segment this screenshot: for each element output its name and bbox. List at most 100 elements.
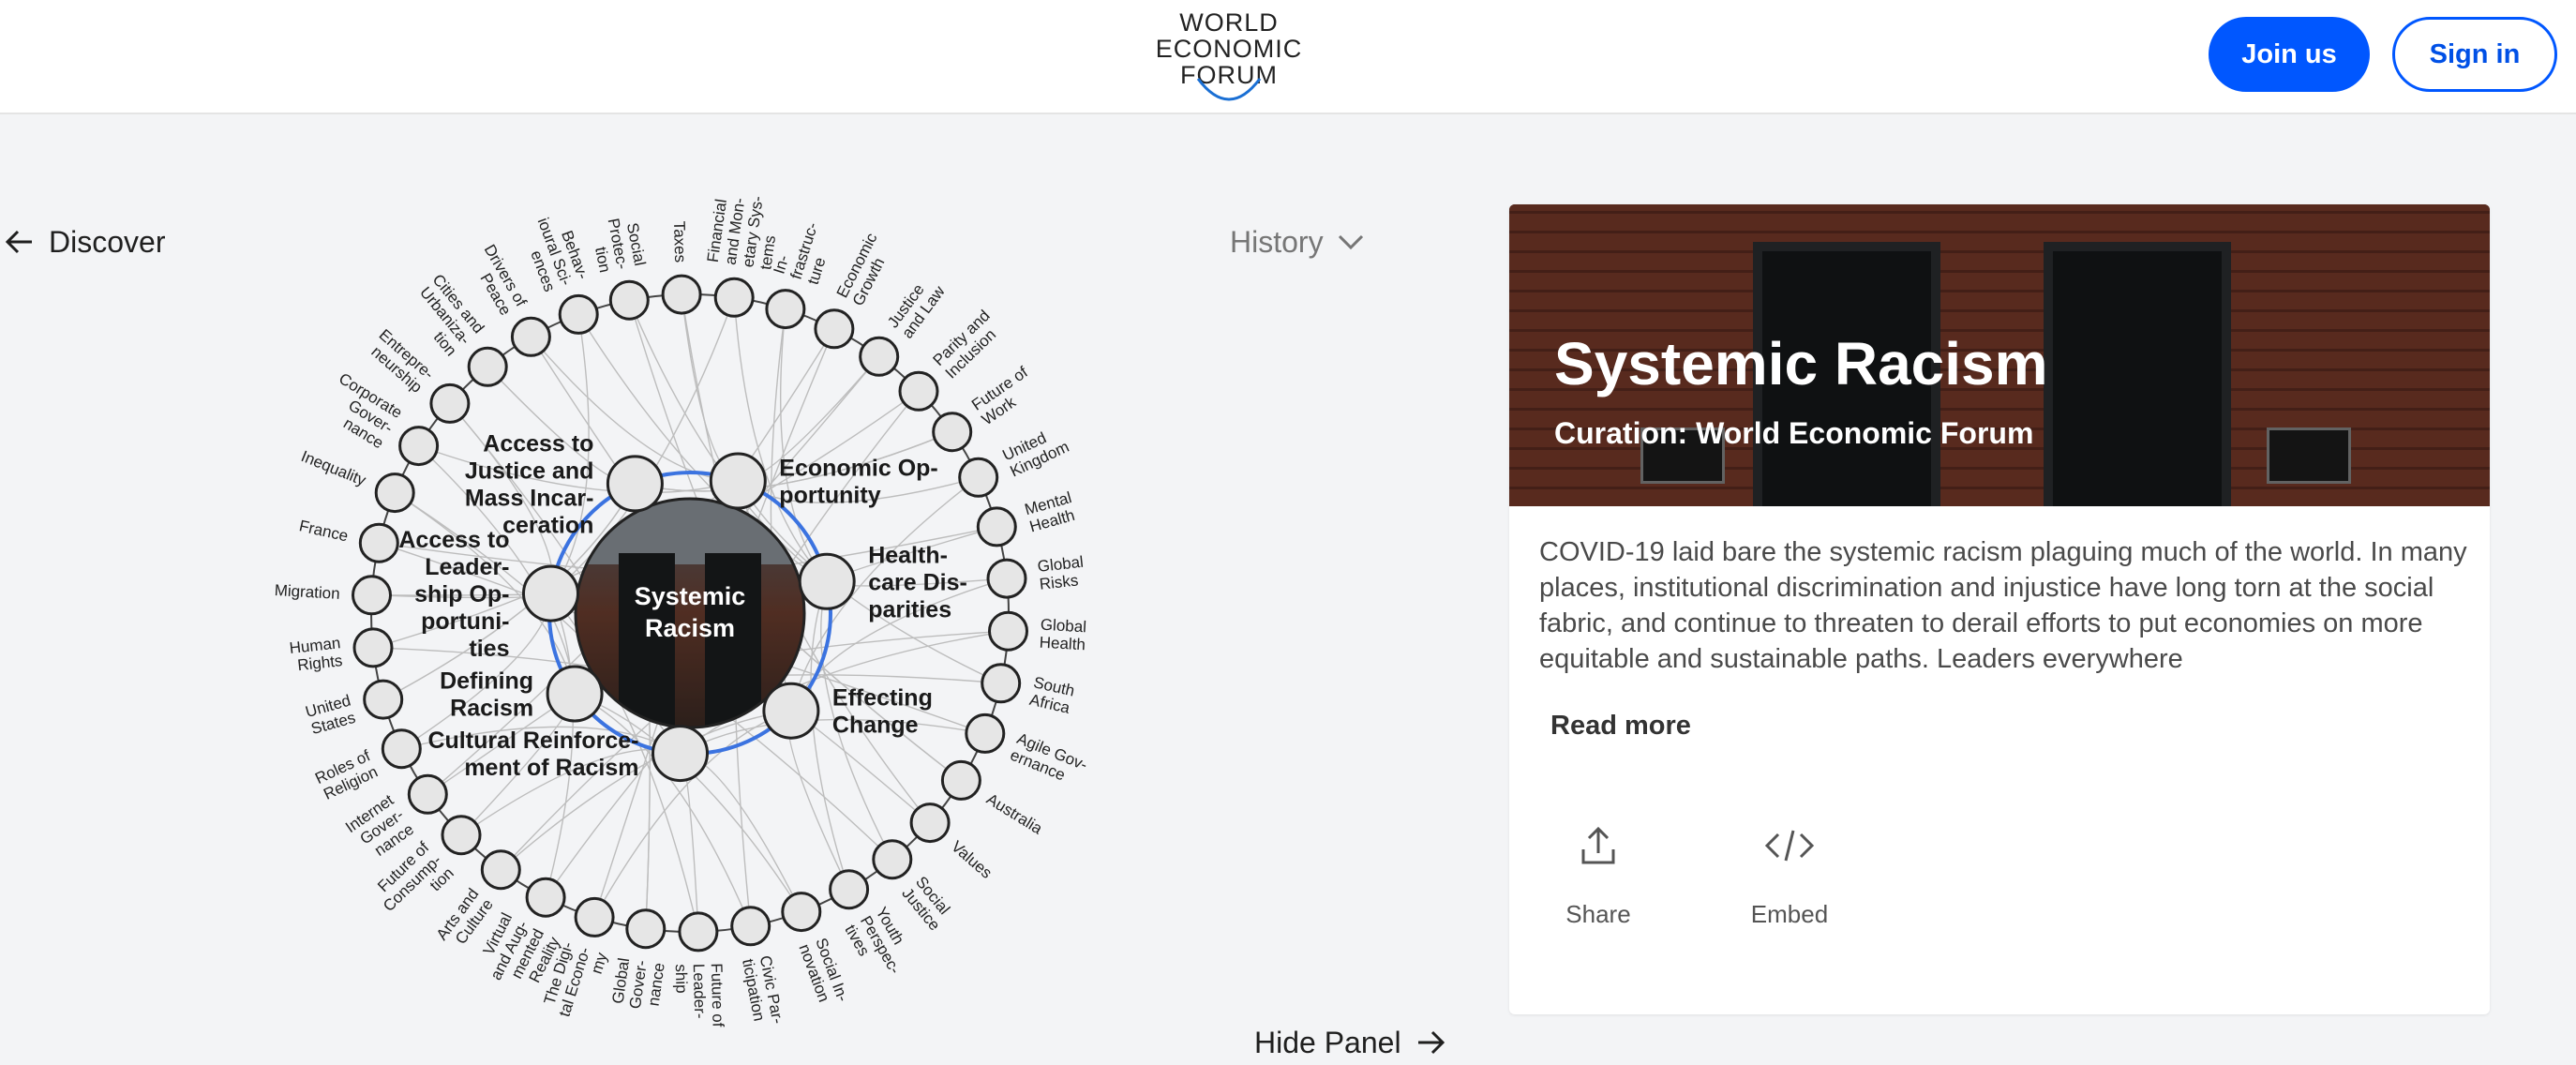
outer-topic-dot[interactable] bbox=[574, 896, 615, 938]
outer-topic-node[interactable]: Values bbox=[909, 802, 996, 882]
outer-topic-node[interactable]: Financialand Mon-etary Sys-tems bbox=[704, 195, 779, 318]
outer-topic-node[interactable]: Roles ofReligion bbox=[312, 728, 422, 803]
outer-topic-node[interactable]: GlobalRisks bbox=[986, 553, 1085, 599]
outer-topic-dot[interactable] bbox=[358, 522, 399, 563]
outer-topic-node[interactable]: Behav-ioural Sci-ences bbox=[527, 216, 599, 335]
inner-topic-node[interactable]: Health-care Dis-parities bbox=[798, 542, 967, 622]
graph-edge bbox=[680, 752, 802, 912]
outer-topic-label: France bbox=[297, 517, 350, 545]
outer-topic-dot[interactable] bbox=[525, 877, 566, 918]
outer-topic-dot[interactable] bbox=[986, 558, 1027, 599]
outer-topic-dot[interactable] bbox=[909, 802, 951, 844]
history-dropdown[interactable]: History bbox=[1230, 219, 1365, 264]
outer-topic-dot[interactable] bbox=[441, 815, 482, 856]
outer-topic-dot[interactable] bbox=[363, 679, 404, 720]
outer-topic-dot[interactable] bbox=[608, 279, 650, 321]
share-button[interactable]: Share bbox=[1547, 823, 1650, 929]
outer-topic-label: Values bbox=[948, 837, 996, 882]
inner-topic-dot[interactable] bbox=[651, 725, 709, 783]
inner-topic-node[interactable]: DefiningRacism bbox=[440, 665, 604, 723]
inner-topic-label: Access to bbox=[483, 430, 593, 457]
inner-topic-dot[interactable] bbox=[762, 682, 820, 740]
sign-in-button[interactable]: Sign in bbox=[2392, 17, 2557, 92]
outer-topic-dot[interactable] bbox=[678, 911, 719, 952]
outer-topic-node[interactable]: Civic Par-ticipation bbox=[730, 906, 787, 1026]
outer-topic-label: Risks bbox=[1039, 571, 1079, 592]
outer-topic-dot[interactable] bbox=[940, 759, 981, 801]
outer-topic-node[interactable]: Social In-novation bbox=[781, 892, 852, 1005]
outer-topic-node[interactable]: HumanRights bbox=[289, 627, 394, 674]
outer-topic-node[interactable]: UnitedKingdom bbox=[958, 428, 1072, 498]
outer-topic-dot[interactable] bbox=[407, 773, 448, 815]
outer-topic-node[interactable]: France bbox=[297, 517, 399, 563]
outer-topic-node[interactable]: Inequality bbox=[299, 447, 415, 514]
outer-topic-dot[interactable] bbox=[859, 336, 900, 377]
outer-topic-node[interactable]: MentalHealth bbox=[976, 488, 1077, 548]
read-more-button[interactable]: Read more bbox=[1550, 711, 1691, 742]
outer-topic-label: Health bbox=[1039, 634, 1086, 654]
topic-graph: Systemic Racism Economic Op-portunity Hea… bbox=[274, 195, 1090, 1028]
outer-topic-label: Rights bbox=[296, 652, 343, 674]
outer-topic-dot[interactable] bbox=[398, 426, 440, 467]
outer-topic-node[interactable]: Migration bbox=[274, 575, 392, 616]
inner-topic-label: Leader- bbox=[425, 554, 509, 580]
arrow-right-icon bbox=[1417, 1030, 1445, 1055]
outer-topic-dot[interactable] bbox=[352, 627, 394, 668]
outer-topic-node[interactable]: SocialProtec-tion bbox=[592, 217, 650, 321]
outer-topic-node[interactable]: Agile Gov-ernance bbox=[965, 712, 1090, 784]
inner-topic-label: Economic Op- bbox=[779, 456, 937, 482]
inner-topic-node[interactable]: Cultural Reinforce-ment of Racism bbox=[427, 725, 709, 783]
outer-topic-node[interactable]: YouthPerspec-tives bbox=[829, 869, 908, 977]
outer-topic-dot[interactable] bbox=[467, 346, 508, 387]
outer-topic-node[interactable]: GlobalHealth bbox=[988, 610, 1087, 654]
outer-topic-dot[interactable] bbox=[352, 575, 392, 616]
inner-topic-dot[interactable] bbox=[606, 455, 664, 513]
inner-topic-dot[interactable] bbox=[522, 564, 579, 622]
outer-topic-dot[interactable] bbox=[965, 712, 1006, 754]
inner-topic-label: Defining bbox=[440, 668, 533, 695]
outer-topic-dot[interactable] bbox=[661, 274, 702, 315]
outer-topic-dot[interactable] bbox=[429, 382, 471, 424]
outer-topic-dot[interactable] bbox=[781, 892, 822, 933]
outer-topic-dot[interactable] bbox=[730, 906, 771, 947]
outer-topic-dot[interactable] bbox=[976, 506, 1017, 548]
inner-topic-label: Effecting bbox=[832, 685, 933, 712]
outer-topic-dot[interactable] bbox=[958, 457, 999, 498]
outer-topic-dot[interactable] bbox=[814, 308, 855, 350]
outer-topic-label: Australia bbox=[983, 790, 1046, 838]
outer-topic-node[interactable]: UnitedStates bbox=[304, 679, 404, 738]
outer-topic-dot[interactable] bbox=[625, 908, 666, 950]
outer-topic-dot[interactable] bbox=[872, 839, 913, 880]
outer-topic-node[interactable]: Australia bbox=[940, 759, 1046, 838]
outer-topic-dot[interactable] bbox=[898, 370, 939, 412]
hide-panel-button[interactable]: Hide Panel bbox=[1254, 1020, 1445, 1065]
outer-topic-node[interactable]: EconomicGrowth bbox=[814, 230, 889, 350]
outer-topic-node[interactable]: SouthAfrica bbox=[981, 663, 1077, 717]
outer-topic-dot[interactable] bbox=[829, 869, 870, 910]
inner-topic-dot[interactable] bbox=[709, 452, 767, 510]
outer-topic-label: Leader- bbox=[690, 964, 710, 1019]
chevron-down-icon bbox=[1338, 234, 1363, 250]
outer-topic-dot[interactable] bbox=[932, 412, 973, 453]
inner-topic-dot[interactable] bbox=[798, 552, 856, 610]
outer-topic-dot[interactable] bbox=[558, 293, 599, 335]
inner-topic-node[interactable]: EffectingChange bbox=[762, 682, 933, 740]
outer-topic-dot[interactable] bbox=[374, 472, 415, 514]
inner-topic-dot[interactable] bbox=[546, 665, 604, 723]
join-us-button[interactable]: Join us bbox=[2209, 17, 2370, 92]
outer-topic-dot[interactable] bbox=[713, 277, 755, 318]
inner-topic-label: Mass Incar- bbox=[465, 485, 594, 511]
outer-topic-dot[interactable] bbox=[765, 289, 806, 330]
outer-topic-label: ship bbox=[672, 964, 691, 994]
share-icon bbox=[1581, 826, 1615, 864]
outer-topic-dot[interactable] bbox=[381, 728, 422, 770]
embed-button[interactable]: Embed bbox=[1738, 823, 1841, 929]
outer-topic-node[interactable]: GlobalGover-nance bbox=[609, 908, 668, 1011]
inner-topic-label: parities bbox=[868, 596, 951, 622]
inner-topic-node[interactable]: Economic Op-portunity bbox=[709, 452, 938, 510]
outer-topic-dot[interactable] bbox=[510, 316, 551, 357]
outer-topic-dot[interactable] bbox=[981, 663, 1022, 704]
outer-topic-dot[interactable] bbox=[480, 849, 521, 891]
outer-topic-node[interactable]: Taxes bbox=[661, 220, 702, 315]
outer-topic-dot[interactable] bbox=[988, 610, 1028, 652]
